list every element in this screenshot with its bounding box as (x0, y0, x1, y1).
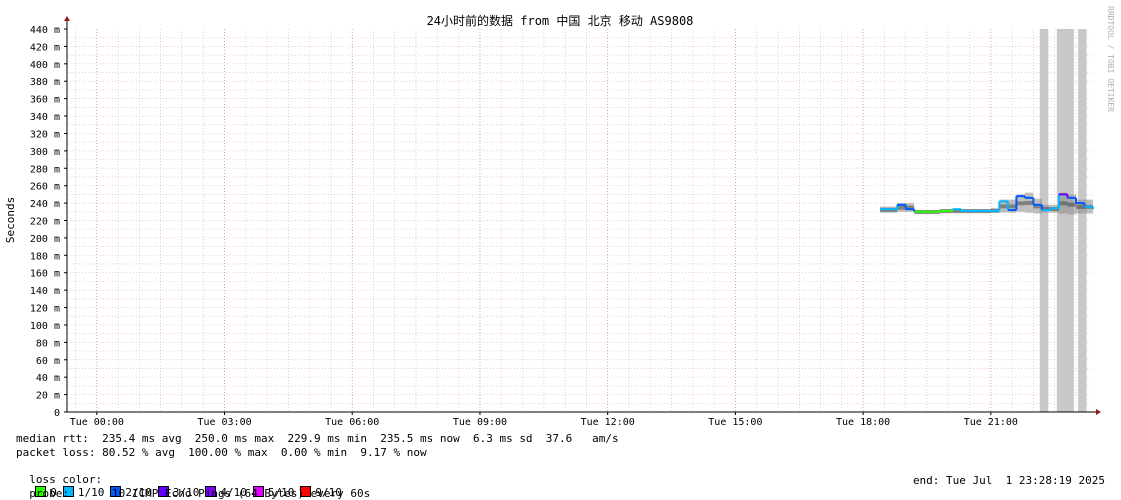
loss-bar (1056, 29, 1074, 412)
y-tick-label: 380 m (30, 77, 60, 88)
x-tick-label: Tue 18:00 (836, 417, 890, 428)
y-tick-label: 340 m (30, 112, 60, 123)
probe-line: probe: 10 ICMP Echo Pings (64 Bytes) ever… (16, 474, 370, 500)
x-tick-label: Tue 12:00 (581, 417, 635, 428)
y-tick-label: 360 m (30, 95, 60, 106)
y-tick-label: 200 m (30, 234, 60, 245)
smoke-core (1016, 201, 1025, 206)
y-tick-label: 140 m (30, 286, 60, 297)
y-tick-label: 440 m (30, 25, 60, 36)
end-time: end: Tue Jul 1 23:28:19 2025 (912, 474, 1105, 487)
loss-bar (1039, 29, 1049, 412)
y-tick-label: 160 m (30, 269, 60, 280)
y-tick-label: 100 m (30, 321, 60, 332)
smoke-core (1067, 202, 1076, 207)
y-tick-label: 300 m (30, 147, 60, 158)
x-tick-labels: Tue 00:00 Tue 03:00 Tue 06:00 Tue 09:00 Tue … (70, 412, 1018, 428)
y-tick-label: 0 (54, 408, 60, 419)
y-tick-label: 280 m (30, 164, 60, 175)
axes (64, 16, 1101, 415)
y-tick-label: 240 m (30, 199, 60, 210)
x-tick-label: Tue 06:00 (325, 417, 379, 428)
y-tick-label: 60 m (36, 356, 60, 367)
chart-title: 24小时前的数据 from 中国 北京 移动 AS9808 (427, 13, 694, 28)
y-axis-arrow (64, 16, 70, 21)
chart: 24小时前的数据 from 中国 北京 移动 AS9808 Seconds RR… (4, 6, 1115, 428)
loss-bars (1039, 29, 1087, 412)
y-tick-label: 220 m (30, 217, 60, 228)
x-tick-label: Tue 21:00 (964, 417, 1018, 428)
x-tick-label: Tue 03:00 (197, 417, 251, 428)
stats-packet-loss: packet loss: 80.52 % avg 100.00 % max 0.… (16, 446, 427, 459)
y-tick-label: 80 m (36, 338, 60, 349)
x-axis-arrow (1096, 409, 1101, 415)
minor-grid (67, 29, 1093, 412)
y-tick-label: 400 m (30, 60, 60, 71)
y-tick-label: 40 m (36, 373, 60, 384)
x-tick-label: Tue 09:00 (453, 417, 507, 428)
loss-bar (1078, 29, 1087, 412)
stats-median-rtt: median rtt: 235.4 ms avg 250.0 ms max 22… (16, 432, 619, 445)
y-tick-label: 420 m (30, 42, 60, 53)
x-tick-label: Tue 15:00 (708, 417, 762, 428)
y-tick-label: 120 m (30, 304, 60, 315)
smoke-core (1024, 200, 1034, 205)
y-tick-label: 180 m (30, 251, 60, 262)
y-tick-label: 260 m (30, 182, 60, 193)
smoke-core (1058, 201, 1068, 206)
y-tick-label: 320 m (30, 129, 60, 140)
y-tick-label: 20 m (36, 391, 60, 402)
y-axis-label: Seconds (4, 197, 17, 243)
x-tick-label: Tue 00:00 (70, 417, 124, 428)
watermark: RRDTOOL / TOBI OETIKER (1106, 6, 1115, 112)
y-tick-labels: 0 20 m 40 m 60 m 80 m 100 m 120 m 140 m 160 m 180… (30, 25, 67, 419)
